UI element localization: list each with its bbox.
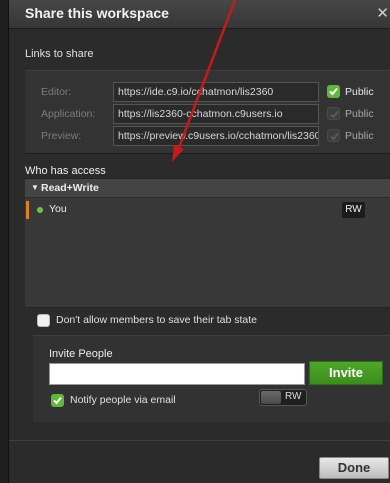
link-label-preview: Preview: xyxy=(41,130,82,142)
link-row-application: Application: https://lis2360-cchatmon.c9… xyxy=(25,104,390,126)
access-panel: ▼ Read+Write You RW xyxy=(25,178,390,308)
preview-url-field[interactable]: https://preview.c9users.io/cchatmon/lis2… xyxy=(113,126,319,146)
link-row-preview: Preview: https://preview.c9users.io/ccha… xyxy=(25,126,390,148)
checkmark-icon xyxy=(330,132,339,141)
invite-button[interactable]: Invite xyxy=(309,361,383,385)
notify-email-checkbox[interactable] xyxy=(51,394,64,407)
done-button[interactable]: Done xyxy=(319,457,389,479)
application-public-label: Public xyxy=(345,108,374,120)
toggle-knob[interactable] xyxy=(261,391,281,404)
footer-divider xyxy=(9,440,390,441)
member-selection-marker xyxy=(26,201,29,219)
invite-permission-toggle[interactable]: RW xyxy=(259,389,307,406)
tab-state-label: Don't allow members to save their tab st… xyxy=(56,314,258,326)
checkmark-icon xyxy=(329,87,338,96)
member-permission-badge[interactable]: RW xyxy=(342,202,365,218)
dialog-titlebar: Share this workspace ✕ xyxy=(9,0,390,29)
editor-public-label: Public xyxy=(345,86,374,98)
toggle-label: RW xyxy=(285,391,302,402)
checkmark-icon xyxy=(53,396,62,405)
editor-url-field[interactable]: https://ide.c9.io/cchatmon/lis2360 xyxy=(113,82,319,102)
dialog-title: Share this workspace xyxy=(25,5,169,21)
member-name: You xyxy=(49,203,67,215)
access-heading: Who has access xyxy=(25,165,106,177)
share-workspace-dialog: Share this workspace ✕ Links to share Ed… xyxy=(8,0,390,483)
link-label-application: Application: xyxy=(41,108,96,120)
preview-public-checkbox[interactable] xyxy=(327,129,340,142)
links-heading: Links to share xyxy=(25,48,94,60)
group-label: Read+Write xyxy=(41,182,99,194)
group-header-read-write[interactable]: ▼ Read+Write xyxy=(25,179,390,198)
tab-state-checkbox[interactable] xyxy=(37,314,50,327)
notify-email-label: Notify people via email xyxy=(70,394,176,406)
application-public-checkbox[interactable] xyxy=(327,107,340,120)
links-panel: Editor: https://ide.c9.io/cchatmon/lis23… xyxy=(25,70,390,154)
invite-panel: Invite People Invite Notify people via e… xyxy=(33,335,390,422)
invite-email-input[interactable] xyxy=(49,363,305,385)
member-row[interactable]: You RW xyxy=(25,201,390,219)
link-label-editor: Editor: xyxy=(41,86,72,98)
editor-public-checkbox[interactable] xyxy=(327,85,340,98)
close-icon[interactable]: ✕ xyxy=(376,4,389,22)
checkmark-icon xyxy=(330,110,339,119)
invite-heading: Invite People xyxy=(49,348,113,360)
application-url-field[interactable]: https://lis2360-cchatmon.c9users.io xyxy=(113,104,319,124)
link-row-editor: Editor: https://ide.c9.io/cchatmon/lis23… xyxy=(25,82,390,104)
preview-public-label: Public xyxy=(345,130,374,142)
online-status-icon xyxy=(37,207,43,213)
triangle-down-icon[interactable]: ▼ xyxy=(31,183,39,192)
